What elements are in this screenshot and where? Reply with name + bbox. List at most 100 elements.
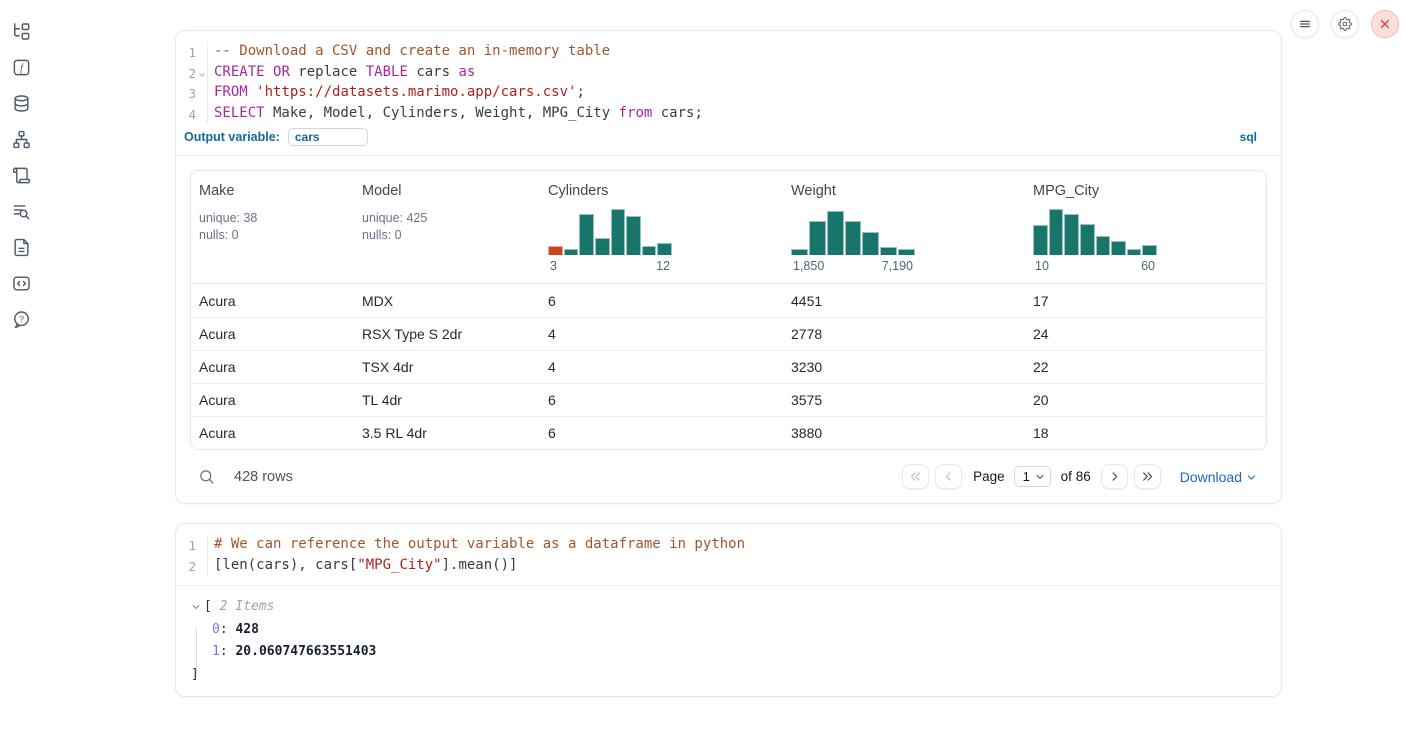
scroll-icon [12,166,31,185]
column-stats: unique: 425nulls: 0 [362,210,540,244]
python-cell: 1 # We can reference the output variable … [175,523,1282,697]
column-header-cylinders[interactable]: Cylinders312 [540,183,783,273]
column-header-make[interactable]: Makeunique: 38nulls: 0 [191,183,354,273]
page-label: Page [973,469,1005,484]
column-name: Weight [791,183,1025,199]
page-select[interactable]: 1 [1014,466,1051,487]
sidebar-item-datasources[interactable] [10,93,32,113]
table-cell: 6 [540,293,783,309]
tree-entry-colon: : [220,619,236,642]
notebook-menu-button[interactable] [1291,10,1319,38]
histogram-bar [1033,225,1048,255]
histogram-bar [1127,249,1142,255]
table-row[interactable]: AcuraTSX 4dr4323022 [191,350,1266,383]
download-button[interactable]: Download [1180,469,1257,485]
histogram-bar [564,249,579,255]
sidebar-item-documentation[interactable] [10,237,32,257]
sidebar-item-help[interactable]: ? [10,309,32,329]
table-search-button[interactable] [198,468,215,485]
topbar-actions [1291,10,1399,38]
line-number: 1 [176,535,196,556]
svg-text:f: f [20,63,25,74]
fold-spacer [196,535,207,556]
table-cell: 18 [1025,425,1266,441]
column-header-model[interactable]: Modelunique: 425nulls: 0 [354,183,540,273]
chevrons-right-icon [1135,465,1160,488]
column-header-mpg_city[interactable]: MPG_City1060 [1025,183,1266,273]
line-number: 4 [176,104,196,125]
sql-code-editor[interactable]: 1-- Download a CSV and create an in-memo… [176,31,1281,155]
table-cell: 3.5 RL 4dr [354,425,540,441]
table-cell: TSX 4dr [354,359,540,375]
column-histogram: 312 [548,209,672,273]
first-page-button[interactable] [902,464,929,489]
shutdown-button[interactable] [1371,10,1399,38]
table-cell: Acura [191,359,354,375]
column-header-weight[interactable]: Weight 1,8507,190 [783,183,1025,273]
table-cell: RSX Type S 2dr [354,326,540,342]
last-page-button[interactable] [1134,464,1161,489]
histogram-bar [827,211,844,255]
code-text: # We can reference the output variable a… [207,535,745,556]
table-cell: 3880 [783,425,1025,441]
table-row[interactable]: AcuraTL 4dr6357520 [191,383,1266,416]
table-cell: 6 [540,392,783,408]
sidebar-item-file-explorer[interactable] [10,21,32,41]
column-name: MPG_City [1033,183,1266,199]
histogram-bar [1064,214,1079,255]
line-number: 2 [176,63,196,84]
histogram-bar [611,209,626,255]
cars-datatable: Makeunique: 38nulls: 0Modelunique: 425nu… [190,170,1267,450]
table-cell: MDX [354,293,540,309]
histogram-bar [898,249,915,255]
row-count: 428 rows [234,469,293,485]
help-bubble-icon: ? [12,310,31,329]
python-cell-output: [ 2 Items0: 4281: 20.060747663551403] [176,585,1281,696]
histogram-bar [809,221,826,255]
settings-button[interactable] [1331,10,1359,38]
page-select-value: 1 [1023,469,1030,484]
tree-entry-value: 428 [235,619,258,642]
histogram-axis-labels: 312 [548,259,672,273]
sidebar-item-scratchpad[interactable] [10,201,32,221]
code-box-icon [12,274,31,293]
tree-close-bracket: ] [191,664,1281,687]
histogram-axis-labels: 1,8507,190 [791,259,915,273]
sidebar-item-dependency-graph[interactable] [10,129,32,149]
histogram-bar [1111,241,1126,255]
code-line: 1 # We can reference the output variable … [176,535,1281,556]
code-text: SELECT Make, Model, Cylinders, Weight, M… [207,104,703,125]
code-line: 1-- Download a CSV and create an in-memo… [176,42,1281,63]
fold-toggle-icon[interactable] [196,63,207,84]
pagination: Page 1 of 86 Download [902,464,1267,489]
chevron-down-icon [1246,470,1257,483]
chevrons-left-icon [903,465,928,488]
table-footer: 428 rows Page 1 of 86 [190,464,1267,489]
sidebar-item-snippets[interactable] [10,273,32,293]
table-header-row: Makeunique: 38nulls: 0Modelunique: 425nu… [191,171,1266,284]
output-variable-input[interactable] [288,128,368,146]
tree-open-bracket: [ [204,596,220,619]
column-name: Make [199,183,354,199]
histogram-bar [845,221,862,255]
table-row[interactable]: Acura3.5 RL 4dr6388018 [191,416,1266,449]
table-cell: 20 [1025,392,1266,408]
close-icon [1378,17,1392,31]
table-cell: Acura [191,326,354,342]
fold-spacer [196,556,207,577]
line-number: 3 [176,83,196,104]
sidebar-item-variables[interactable]: f [10,57,32,77]
table-row[interactable]: AcuraRSX Type S 2dr4277824 [191,317,1266,350]
sidebar-item-logs[interactable] [10,165,32,185]
histogram-bar [642,246,657,255]
tree-items-count: 2 Items [220,596,275,619]
next-page-button[interactable] [1101,464,1128,489]
table-row[interactable]: AcuraMDX6445117 [191,284,1266,317]
tree-entry-key: 0 [212,619,220,642]
python-code-editor[interactable]: 1 # We can reference the output variable … [176,524,1281,585]
column-histogram: 1,8507,190 [791,209,915,273]
previous-page-button[interactable] [935,464,962,489]
tree-collapse-icon[interactable] [191,602,201,612]
table-cell: 17 [1025,293,1266,309]
table-cell: TL 4dr [354,392,540,408]
